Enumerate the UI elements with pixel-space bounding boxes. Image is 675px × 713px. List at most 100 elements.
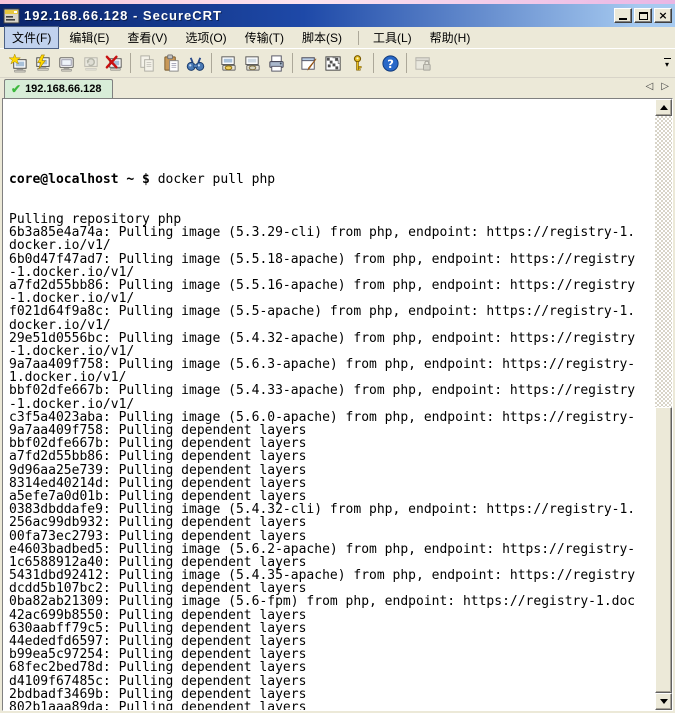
properties-icon: [300, 54, 319, 73]
terminal-line: 8314ed40214d: Pulling dependent layers: [9, 477, 654, 490]
terminal-line: -1.docker.io/v1/: [9, 398, 654, 411]
shell-prompt: core@localhost ~ $: [9, 172, 150, 187]
toolbar: ? ▾: [0, 49, 675, 78]
help-button[interactable]: ?: [378, 51, 402, 75]
menu-separator: [358, 31, 359, 45]
copy-icon: [138, 54, 157, 73]
toolbar-overflow-icon: ▾: [665, 60, 669, 69]
session-tab-label: 192.168.66.128: [25, 83, 101, 95]
lock-session-button[interactable]: [411, 51, 435, 75]
toolbar-separator: [406, 53, 407, 73]
properties-button[interactable]: [297, 51, 321, 75]
help-icon: ?: [381, 54, 400, 73]
print-button[interactable]: [264, 51, 288, 75]
reconnect-icon: [81, 54, 100, 73]
quick-connect-icon: [9, 54, 28, 73]
scrollbar-track[interactable]: [655, 116, 672, 693]
print-setup-button[interactable]: [216, 51, 240, 75]
disconnect-button[interactable]: [102, 51, 126, 75]
tab-scroll-left-icon[interactable]: ◁: [646, 81, 654, 92]
terminal-line: 802b1aaa89da: Pulling dependent layers: [9, 701, 654, 710]
terminal-line: 6b0d47f47ad7: Pulling image (5.5.18-apac…: [9, 253, 654, 266]
lock-session-icon: [414, 54, 433, 73]
clone-session-icon: [243, 54, 262, 73]
terminal-line: 0ba82ab21309: Pulling image (5.6-fpm) fr…: [9, 595, 654, 608]
terminal-line: docker.io/v1/: [9, 319, 654, 332]
menu-item[interactable]: 编辑(E): [61, 26, 117, 49]
terminal-prompt-line: core@localhost ~ $ docker pull php: [9, 173, 654, 186]
terminal-text: core@localhost ~ $ docker pull php Pulli…: [6, 99, 654, 710]
securecrt-app-icon: [3, 8, 20, 24]
terminal-line: d4109f67485c: Pulling dependent layers: [9, 675, 654, 688]
toolbar-separator: [211, 53, 212, 73]
menu-item[interactable]: 传输(T): [237, 26, 292, 49]
menu-item[interactable]: 脚本(S): [294, 26, 350, 49]
scroll-up-button[interactable]: [655, 99, 672, 116]
terminal-line: f021d64f9a8c: Pulling image (5.5-apache)…: [9, 305, 654, 318]
session-options-icon: [324, 54, 343, 73]
find-button[interactable]: [183, 51, 207, 75]
connected-check-icon: ✔: [11, 82, 21, 96]
disconnect-icon: [105, 54, 124, 73]
scroll-down-icon: [660, 699, 668, 704]
terminal-line: 2bdbadf3469b: Pulling dependent layers: [9, 688, 654, 701]
menu-item[interactable]: 选项(O): [177, 26, 234, 49]
terminal-line: 42ac699b8550: Pulling dependent layers: [9, 609, 654, 622]
menu-bar: 文件(F)编辑(E)查看(V)选项(O)传输(T)脚本(S) 工具(L)帮助(H): [0, 27, 675, 49]
tab-scroll-right-icon[interactable]: ▷: [661, 81, 669, 92]
reconnect-button[interactable]: [78, 51, 102, 75]
connect-in-tab-icon: [57, 54, 76, 73]
close-icon: ×: [658, 10, 667, 21]
toolbar-overflow-button[interactable]: ▾: [661, 55, 673, 71]
close-button[interactable]: ×: [654, 8, 672, 23]
scroll-up-icon: [660, 105, 668, 110]
terminal-line: 00fa73ec2793: Pulling dependent layers: [9, 530, 654, 543]
print-setup-icon: [219, 54, 238, 73]
paste-icon: [162, 54, 181, 73]
terminal-line: e4603badbed5: Pulling image (5.6.2-apach…: [9, 543, 654, 556]
scroll-down-button[interactable]: [655, 693, 672, 710]
window-title: 192.168.66.128 - SecureCRT: [24, 8, 614, 23]
maximize-button[interactable]: [634, 8, 652, 23]
minimize-icon: [619, 18, 627, 20]
terminal-area: core@localhost ~ $ docker pull php Pulli…: [0, 98, 675, 713]
terminal-line: 68fec2bed78d: Pulling dependent layers: [9, 661, 654, 674]
maximize-icon: [639, 12, 648, 20]
copy-button[interactable]: [135, 51, 159, 75]
connect-icon: [33, 54, 52, 73]
tab-bar: ✔ 192.168.66.128 ◁ ▷: [0, 78, 675, 98]
securecrt-window: 192.168.66.128 - SecureCRT × 文件(F)编辑(E)查…: [0, 0, 675, 713]
menu-item[interactable]: 查看(V): [119, 26, 175, 49]
clone-session-button[interactable]: [240, 51, 264, 75]
terminal-scrollbar[interactable]: [655, 99, 672, 710]
print-icon: [267, 54, 286, 73]
terminal-line: 256ac99db932: Pulling dependent layers: [9, 516, 654, 529]
titlebar[interactable]: 192.168.66.128 - SecureCRT ×: [0, 4, 675, 27]
terminal-line: a7fd2d55bb86: Pulling dependent layers: [9, 450, 654, 463]
terminal-line: 29e51d0556bc: Pulling image (5.4.32-apac…: [9, 332, 654, 345]
menu-item[interactable]: 文件(F): [4, 26, 59, 49]
quick-connect-button[interactable]: [6, 51, 30, 75]
svg-text:?: ?: [387, 56, 394, 70]
session-tab[interactable]: ✔ 192.168.66.128: [4, 79, 113, 98]
menu-item[interactable]: 帮助(H): [422, 26, 479, 49]
connect-button[interactable]: [30, 51, 54, 75]
find-icon: [186, 54, 205, 73]
terminal-screen[interactable]: core@localhost ~ $ docker pull php Pulli…: [2, 98, 673, 711]
key-agent-button[interactable]: [345, 51, 369, 75]
minimize-button[interactable]: [614, 8, 632, 23]
menu-item[interactable]: 工具(L): [365, 26, 420, 49]
terminal-line: 9d96aa25e739: Pulling dependent layers: [9, 464, 654, 477]
toolbar-overflow-bar: [664, 58, 671, 59]
toolbar-separator: [373, 53, 374, 73]
terminal-line: docker.io/v1/: [9, 239, 654, 252]
terminal-line: bbf02dfe667b: Pulling image (5.4.33-apac…: [9, 384, 654, 397]
key-agent-icon: [348, 54, 367, 73]
paste-button[interactable]: [159, 51, 183, 75]
scrollbar-thumb[interactable]: [655, 407, 672, 693]
connect-in-tab-button[interactable]: [54, 51, 78, 75]
session-options-button[interactable]: [321, 51, 345, 75]
terminal-line: -1.docker.io/v1/: [9, 266, 654, 279]
toolbar-separator: [130, 53, 131, 73]
shell-command: docker pull php: [150, 172, 275, 187]
